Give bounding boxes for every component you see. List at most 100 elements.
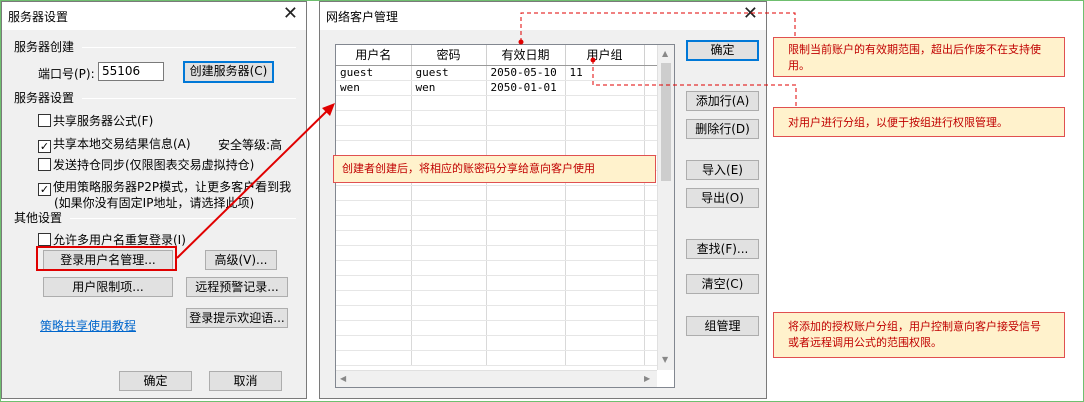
table-cell[interactable] xyxy=(565,350,645,366)
remote-alert-button[interactable]: 远程预警记录... xyxy=(186,277,288,297)
table-cell[interactable] xyxy=(411,305,487,321)
import-button[interactable]: 导入(E) xyxy=(686,160,759,180)
table-cell[interactable] xyxy=(411,185,487,201)
checkbox-checked[interactable]: ✓ xyxy=(38,183,51,196)
table-cell[interactable] xyxy=(565,260,645,276)
table-cell[interactable] xyxy=(486,260,566,276)
table-cell[interactable] xyxy=(336,245,412,261)
table-row[interactable] xyxy=(336,230,659,246)
table-row[interactable] xyxy=(336,185,659,201)
table-cell[interactable]: guest xyxy=(411,65,487,81)
table-cell[interactable] xyxy=(411,230,487,246)
table-cell[interactable] xyxy=(336,335,412,351)
delete-row-button[interactable]: 删除行(D) xyxy=(686,119,759,139)
table-cell[interactable] xyxy=(411,95,487,111)
table-cell[interactable] xyxy=(486,110,566,126)
tutorial-link[interactable]: 策略共享使用教程 xyxy=(40,317,136,334)
table-cell[interactable]: wen xyxy=(411,80,487,96)
column-header[interactable]: 密码 xyxy=(411,45,487,66)
table-cell[interactable] xyxy=(411,125,487,141)
table-row[interactable] xyxy=(336,305,659,321)
table-cell[interactable] xyxy=(336,305,412,321)
table-cell[interactable] xyxy=(336,350,412,366)
table-row[interactable] xyxy=(336,290,659,306)
table-row[interactable] xyxy=(336,275,659,291)
column-header[interactable]: 用户名 xyxy=(336,45,412,66)
table-cell[interactable] xyxy=(486,140,566,156)
table-cell[interactable] xyxy=(565,215,645,231)
table-cell[interactable] xyxy=(486,125,566,141)
ok-button[interactable]: 确定 xyxy=(119,371,192,391)
clear-button[interactable]: 清空(C) xyxy=(686,274,759,294)
vertical-scrollbar[interactable]: ▲ ▼ xyxy=(657,45,674,370)
table-cell[interactable] xyxy=(411,140,487,156)
table-cell[interactable] xyxy=(565,140,645,156)
table-cell[interactable] xyxy=(336,200,412,216)
scroll-left-icon[interactable]: ◀ xyxy=(340,374,346,383)
table-row[interactable] xyxy=(336,95,659,111)
table-cell[interactable] xyxy=(565,80,645,96)
table-cell[interactable] xyxy=(411,320,487,336)
table-cell[interactable] xyxy=(565,320,645,336)
add-row-button[interactable]: 添加行(A) xyxy=(686,91,759,111)
advanced-button[interactable]: 高级(V)... xyxy=(205,250,277,270)
table-cell[interactable] xyxy=(486,305,566,321)
table-cell[interactable] xyxy=(486,245,566,261)
cancel-button[interactable]: 取消 xyxy=(209,371,282,391)
table-row[interactable] xyxy=(336,125,659,141)
table-cell[interactable] xyxy=(486,290,566,306)
table-row[interactable] xyxy=(336,335,659,351)
close-icon[interactable]: ✕ xyxy=(283,4,298,24)
table-cell[interactable] xyxy=(336,275,412,291)
table-cell[interactable] xyxy=(565,185,645,201)
table-row[interactable]: wen wen 2050-01-01 xyxy=(336,80,659,96)
table-cell[interactable] xyxy=(336,185,412,201)
table-cell[interactable] xyxy=(336,290,412,306)
checkbox-checked[interactable]: ✓ xyxy=(38,140,51,153)
share-formula-option[interactable]: 共享服务器公式(F) xyxy=(38,112,153,129)
table-cell[interactable] xyxy=(565,275,645,291)
user-table[interactable]: 用户名 密码 有效日期 用户组 guest guest 2050-05-10 11 we… xyxy=(335,44,675,388)
table-cell[interactable]: 11 xyxy=(565,65,645,81)
checkbox[interactable] xyxy=(38,158,51,171)
client-ok-button[interactable]: 确定 xyxy=(686,40,759,61)
table-cell[interactable] xyxy=(336,260,412,276)
table-cell[interactable] xyxy=(336,110,412,126)
table-row[interactable] xyxy=(336,260,659,276)
table-cell[interactable] xyxy=(336,140,412,156)
export-button[interactable]: 导出(O) xyxy=(686,188,759,208)
table-cell[interactable] xyxy=(486,95,566,111)
table-cell[interactable] xyxy=(411,290,487,306)
column-header[interactable]: 有效日期 xyxy=(486,45,566,66)
table-cell[interactable] xyxy=(565,335,645,351)
table-cell[interactable] xyxy=(565,245,645,261)
table-cell[interactable]: 2050-05-10 xyxy=(486,65,566,81)
table-cell[interactable] xyxy=(565,200,645,216)
table-cell[interactable] xyxy=(336,95,412,111)
table-cell[interactable] xyxy=(486,185,566,201)
table-cell[interactable] xyxy=(486,230,566,246)
table-cell[interactable] xyxy=(411,245,487,261)
scroll-thumb[interactable] xyxy=(661,63,671,181)
table-cell[interactable] xyxy=(565,290,645,306)
table-row[interactable] xyxy=(336,350,659,366)
table-cell[interactable] xyxy=(411,260,487,276)
share-trade-result-option[interactable]: ✓ 共享本地交易结果信息(A) xyxy=(38,135,191,153)
table-cell[interactable]: wen xyxy=(336,80,412,96)
table-cell[interactable] xyxy=(411,275,487,291)
table-row[interactable] xyxy=(336,245,659,261)
table-cell[interactable] xyxy=(486,215,566,231)
table-cell[interactable]: 2050-01-01 xyxy=(486,80,566,96)
user-restrict-button[interactable]: 用户限制项... xyxy=(43,277,173,297)
table-cell[interactable] xyxy=(411,200,487,216)
table-cell[interactable] xyxy=(336,230,412,246)
table-cell[interactable] xyxy=(411,335,487,351)
table-row[interactable]: guest guest 2050-05-10 11 xyxy=(336,65,659,81)
table-cell[interactable] xyxy=(486,320,566,336)
table-cell[interactable] xyxy=(565,230,645,246)
table-cell[interactable] xyxy=(565,110,645,126)
scroll-down-icon[interactable]: ▼ xyxy=(662,355,668,364)
scroll-right-icon[interactable]: ▶ xyxy=(644,374,650,383)
table-row[interactable] xyxy=(336,200,659,216)
table-row[interactable] xyxy=(336,140,659,156)
